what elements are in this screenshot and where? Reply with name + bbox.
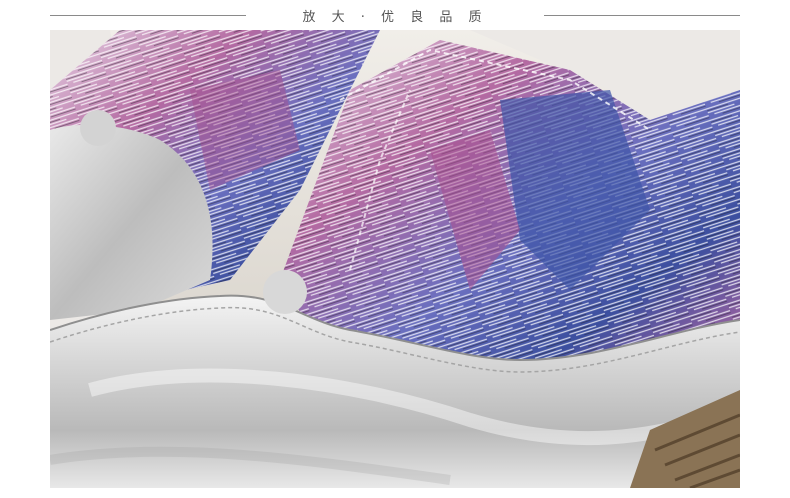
silver-eyelet-left bbox=[80, 110, 116, 146]
section-header: 放 大 · 优 良 品 质 bbox=[0, 0, 790, 30]
header-left-rule bbox=[50, 15, 246, 16]
product-zoom-photo bbox=[50, 30, 740, 488]
shoe-closeup-illustration bbox=[50, 30, 740, 488]
silver-eyelet-center bbox=[263, 270, 307, 314]
header-right-rule bbox=[544, 15, 740, 16]
section-title: 放 大 · 优 良 品 质 bbox=[302, 10, 488, 25]
